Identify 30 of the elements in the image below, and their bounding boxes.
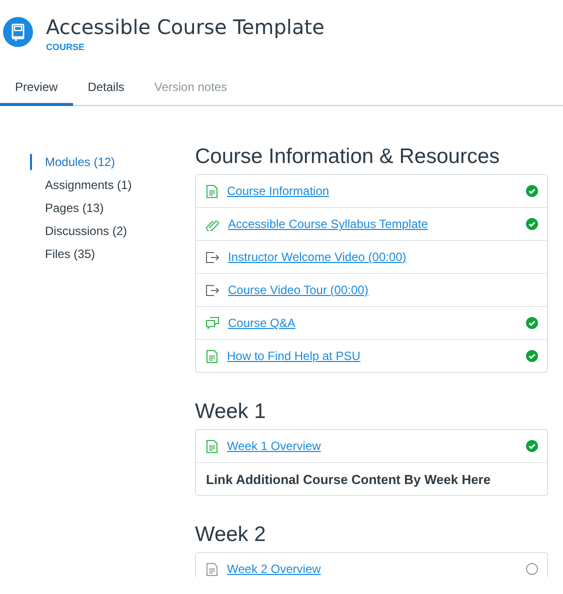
module-item-link[interactable]: Accessible Course Syllabus Template <box>228 217 428 231</box>
course-type-label: COURSE <box>46 42 86 52</box>
module-item-link[interactable]: Week 1 Overview <box>227 439 321 453</box>
sidebar-item[interactable]: Pages (13) <box>30 200 165 216</box>
external-tool-icon <box>206 252 219 262</box>
module-subheader: Link Additional Course Content By Week Here <box>206 472 491 486</box>
sidebar-item[interactable]: Discussions (2) <box>30 223 165 239</box>
tab[interactable]: Details <box>72 74 140 106</box>
module-title: Week 2 <box>195 522 267 548</box>
external-tool-icon <box>206 284 219 296</box>
module-item-link[interactable]: Instructor Welcome Video (00:00) <box>228 250 406 264</box>
document-icon <box>206 562 218 576</box>
module-item-link[interactable]: Course Information <box>227 184 330 198</box>
module-item-link[interactable]: Course Video Tour (00:00) <box>228 283 368 297</box>
sidebar-item[interactable]: Modules (12) <box>30 154 165 170</box>
module-title: Week 1 <box>195 399 267 425</box>
module-title: Course Information & Resources <box>195 144 501 170</box>
document-icon <box>206 184 218 198</box>
sidebar-item[interactable]: Assignments (1) <box>30 177 165 193</box>
sidebar-item[interactable]: Files (35) <box>30 246 165 262</box>
chat-bubbles-icon <box>206 317 219 329</box>
tab[interactable]: Preview <box>0 74 73 106</box>
book-icon <box>3 17 33 47</box>
module-item-link[interactable]: Course Q&A <box>228 316 296 330</box>
module-item-link[interactable]: How to Find Help at PSU <box>227 349 360 363</box>
document-icon <box>206 350 218 362</box>
course-title: Accessible Course Template <box>46 16 324 38</box>
paperclip-icon <box>206 218 219 230</box>
module-item-link[interactable]: Week 2 Overview <box>227 562 321 576</box>
document-icon <box>206 440 218 452</box>
